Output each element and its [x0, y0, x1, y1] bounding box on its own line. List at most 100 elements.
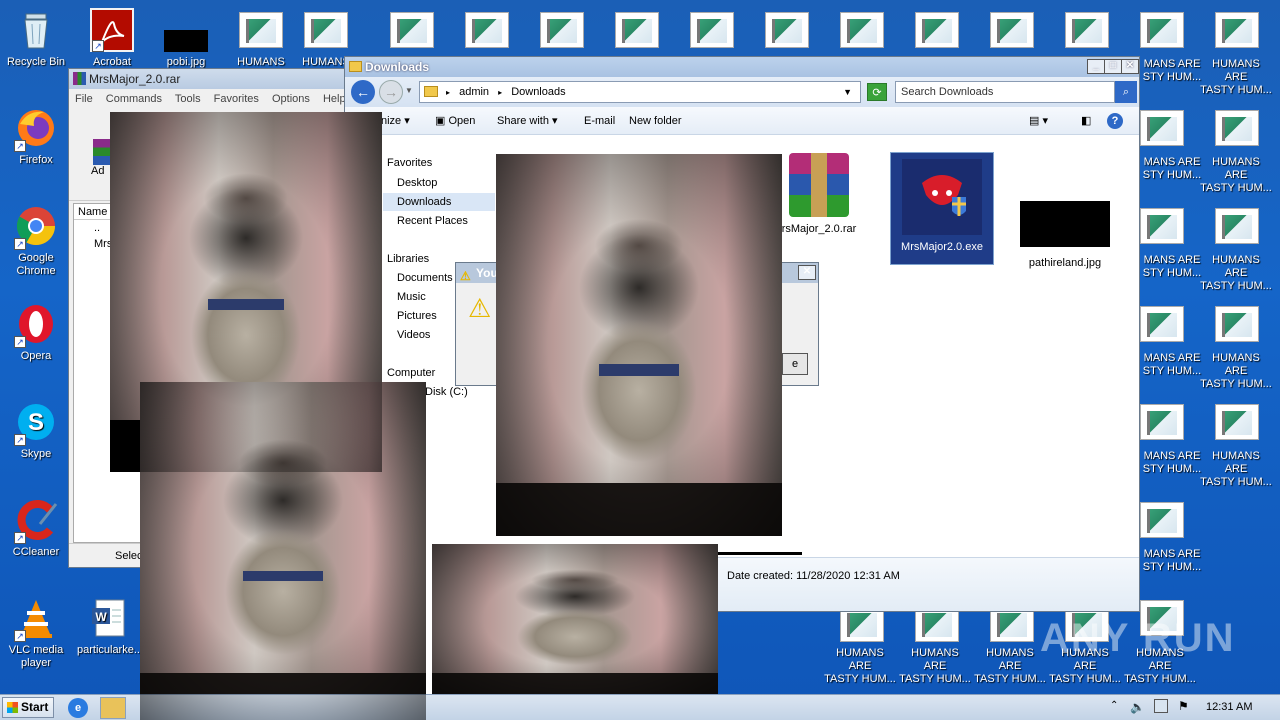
image-file-icon[interactable] [1215, 208, 1259, 244]
desktop-icon-recycle-bin[interactable]: Recycle Bin [0, 8, 72, 69]
nav-downloads[interactable]: Downloads [383, 193, 495, 211]
minimize-button[interactable]: _ [1087, 59, 1105, 74]
image-file-icon[interactable] [1140, 208, 1184, 244]
nav-recent-places[interactable]: Recent Places [397, 215, 468, 227]
search-box[interactable]: Search Downloads [895, 81, 1115, 103]
desktop-icon-word-doc[interactable]: W particularke... [74, 596, 146, 657]
search-input[interactable]: Search Downloads [901, 86, 993, 98]
open-button[interactable]: ▣ Open [435, 107, 475, 135]
explorer-titlebar[interactable]: Downloads _ □ ✕ [345, 57, 1139, 77]
desktop-icon-firefox[interactable]: ↗ Firefox [0, 106, 72, 167]
close-button[interactable]: ✕ [798, 265, 816, 280]
image-file-icon[interactable] [765, 12, 809, 48]
winrar-titlebar[interactable]: MrsMajor_2.0.rar [69, 69, 347, 89]
black-rect [718, 552, 802, 555]
dialog-button[interactable]: e [782, 353, 808, 375]
doll-photo [140, 382, 426, 720]
back-button[interactable]: ← [351, 80, 375, 104]
warning-icon: ⚠ [468, 293, 492, 323]
search-icon[interactable]: ⌕ [1115, 81, 1137, 103]
menu-tools[interactable]: Tools [175, 93, 201, 105]
image-file-icon[interactable] [1065, 12, 1109, 48]
desktop-icon-ccleaner[interactable]: ↗ CCleaner [0, 498, 72, 559]
desktop-icon-acrobat[interactable]: ↗ Acrobat [76, 8, 148, 69]
nav-favorites[interactable]: Favorites [387, 157, 432, 169]
menu-commands[interactable]: Commands [106, 93, 162, 105]
breadcrumb[interactable]: ▸ admin ▸ Downloads ▼ [419, 81, 861, 103]
image-file-icon[interactable] [990, 12, 1034, 48]
menu-file[interactable]: File [75, 93, 93, 105]
image-file-icon[interactable] [465, 12, 509, 48]
new-folder-button[interactable]: New folder [629, 107, 682, 135]
desktop-icon-opera[interactable]: ↗ Opera [0, 302, 72, 363]
chrome-icon: ↗ [14, 204, 58, 250]
nav-libraries[interactable]: Libraries [387, 253, 429, 265]
start-label: Start [21, 700, 49, 714]
image-file-icon[interactable] [1140, 306, 1184, 342]
desktop-icon-label: HUMANS ARE TASTY HUM... [1200, 254, 1272, 292]
image-file-icon[interactable] [1215, 110, 1259, 146]
image-file-icon[interactable] [1215, 404, 1259, 440]
nav-computer[interactable]: Computer [387, 367, 435, 379]
share-with-button[interactable]: Share with ▾ [497, 107, 558, 135]
help-icon[interactable]: ? [1107, 113, 1123, 129]
image-file-icon[interactable] [1140, 404, 1184, 440]
svg-text:S: S [28, 409, 44, 436]
image-file-icon[interactable] [1215, 12, 1259, 48]
clock[interactable]: 12:31 AM [1206, 701, 1252, 713]
desktop-icon-label: MANS ARE STY HUM... [1142, 58, 1202, 83]
nav-pictures[interactable]: Pictures [397, 310, 437, 322]
image-file-icon[interactable] [840, 12, 884, 48]
file-item-selected[interactable]: MrsMajor2.0.exe [890, 152, 994, 265]
image-file-icon[interactable] [540, 12, 584, 48]
image-file-icon[interactable] [1215, 306, 1259, 342]
breadcrumb-downloads[interactable]: Downloads [511, 86, 565, 98]
desktop-icon-pobi[interactable]: pobi.jpg [150, 8, 222, 69]
image-file-icon[interactable] [1140, 502, 1184, 538]
network-icon[interactable] [1154, 699, 1168, 713]
preview-pane-icon[interactable]: ◧ [1081, 107, 1091, 135]
desktop-icon-label: Skype [20, 448, 52, 460]
image-file-icon[interactable] [690, 12, 734, 48]
command-bar: nize ▾ ▣ Open Share with ▾ E-mail New fo… [345, 107, 1139, 135]
explorer-taskbar-icon[interactable] [100, 697, 126, 719]
tray-expand-icon[interactable]: ⌃ [1110, 700, 1118, 711]
open-icon: ▣ [435, 115, 449, 127]
image-file-icon[interactable] [1140, 12, 1184, 48]
image-file-icon[interactable] [390, 12, 434, 48]
desktop-icon-skype[interactable]: S ↗ Skype [0, 400, 72, 461]
folder-icon [424, 86, 438, 97]
organize-button[interactable]: nize ▾ [381, 107, 410, 135]
start-button[interactable]: Start [2, 697, 54, 718]
image-file-icon[interactable] [915, 12, 959, 48]
nav-documents[interactable]: Documents [397, 272, 453, 284]
change-view-icon[interactable]: ▤ ▾ [1029, 107, 1048, 135]
ie-icon[interactable]: e [68, 698, 88, 718]
breadcrumb-admin[interactable]: admin [459, 86, 489, 98]
nav-local-disk[interactable]: Disk (C:) [425, 386, 468, 398]
close-button[interactable]: ✕ [1121, 59, 1139, 74]
menu-help[interactable]: Help [323, 93, 346, 105]
nav-desktop[interactable]: Desktop [397, 177, 437, 189]
address-dropdown-icon[interactable]: ▼ [843, 82, 852, 102]
refresh-button[interactable]: ⟳ [867, 83, 887, 101]
file-item[interactable]: pathireland.jpg [1015, 153, 1115, 269]
image-file-icon[interactable] [615, 12, 659, 48]
email-button[interactable]: E-mail [584, 107, 615, 135]
doll-photo [432, 544, 718, 694]
recent-pages-dropdown[interactable]: ▼ [405, 86, 413, 95]
menu-options[interactable]: Options [272, 93, 310, 105]
flag-icon[interactable]: ⚑ [1178, 699, 1189, 713]
menu-favorites[interactable]: Favorites [214, 93, 259, 105]
nav-videos[interactable]: Videos [397, 329, 430, 341]
nav-music[interactable]: Music [397, 291, 426, 303]
maximize-button[interactable]: □ [1104, 59, 1122, 74]
file-item[interactable]: rsMajor_2.0.rar [769, 153, 869, 235]
desktop-icon-vlc[interactable]: ↗ VLC media player [0, 596, 72, 670]
desktop-icon-chrome[interactable]: ↗ Google Chrome [0, 204, 72, 278]
forward-button[interactable]: → [379, 80, 403, 104]
warning-icon: ⚠ [460, 269, 471, 283]
winrar-archive-icon [789, 153, 849, 217]
image-file-icon[interactable] [1140, 110, 1184, 146]
speaker-icon[interactable]: 🔈 [1130, 700, 1145, 714]
